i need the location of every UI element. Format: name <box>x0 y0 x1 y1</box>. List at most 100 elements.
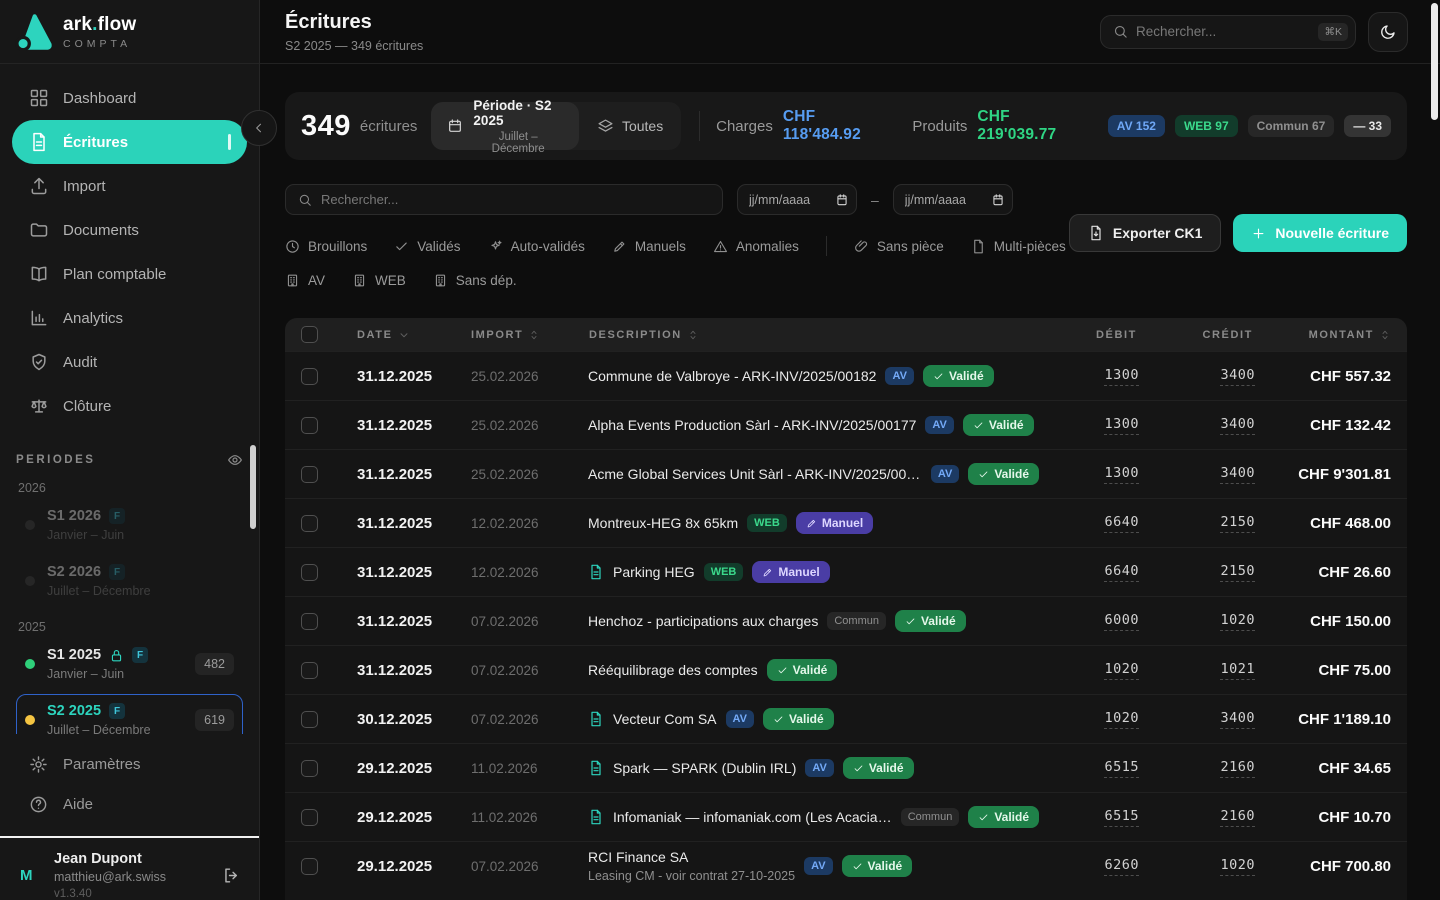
table-row[interactable]: 31.12.202507.02.2026Rééquilibrage des co… <box>285 645 1407 694</box>
select-all-checkbox[interactable] <box>301 326 318 343</box>
row-debit[interactable]: 6515 <box>1104 808 1139 827</box>
chip-label: WEB <box>375 273 406 288</box>
row-description: Parking HEGWEBManuel <box>565 561 1047 583</box>
sidebar-scrollbar[interactable] <box>250 445 256 529</box>
period-item-s2-2026[interactable]: S2 2026FJuillet – Décembre <box>16 555 243 607</box>
column-header-credit[interactable]: CRÉDIT <box>1139 329 1255 341</box>
filter-chip-web[interactable]: WEB <box>352 273 406 288</box>
table-row[interactable]: 31.12.202525.02.2026Acme Global Services… <box>285 449 1407 498</box>
row-credit[interactable]: 1020 <box>1220 612 1255 631</box>
table-row[interactable]: 31.12.202512.02.2026Montreux-HEG 8x 65km… <box>285 498 1407 547</box>
filter-chip-brouillons[interactable]: Brouillons <box>285 239 367 254</box>
table-row[interactable]: 29.12.202507.02.2026RCI Finance SALeasin… <box>285 841 1407 890</box>
date-to-input[interactable] <box>905 193 985 207</box>
row-credit[interactable]: 1021 <box>1220 661 1255 680</box>
logout-icon[interactable] <box>222 866 241 885</box>
calendar-icon[interactable] <box>835 193 849 207</box>
table-row[interactable]: 31.12.202512.02.2026Parking HEGWEBManuel… <box>285 547 1407 596</box>
period-item-s1-2026[interactable]: S1 2026FJanvier – Juin <box>16 499 243 551</box>
scope-button[interactable]: Toutes <box>579 118 681 135</box>
row-credit[interactable]: 3400 <box>1220 416 1255 435</box>
row-credit[interactable]: 2150 <box>1220 563 1255 582</box>
row-checkbox[interactable] <box>301 809 318 826</box>
row-checkbox[interactable] <box>301 613 318 630</box>
period-item-s2-2025[interactable]: S2 2025FJuillet – Décembre619 <box>16 694 243 734</box>
filter-chip-sans-piece[interactable]: Sans pièce <box>854 239 944 254</box>
sidebar-item-audit[interactable]: Audit <box>12 340 247 384</box>
page-scrollbar[interactable] <box>1431 3 1438 120</box>
row-checkbox[interactable] <box>301 368 318 385</box>
row-checkbox[interactable] <box>301 662 318 679</box>
column-header-description[interactable]: DESCRIPTION <box>565 329 1047 341</box>
row-checkbox[interactable] <box>301 515 318 532</box>
sidebar-item-analytics[interactable]: Analytics <box>12 296 247 340</box>
row-debit[interactable]: 6000 <box>1104 612 1139 631</box>
row-checkbox[interactable] <box>301 711 318 728</box>
new-entry-button[interactable]: Nouvelle écriture <box>1233 214 1407 252</box>
global-search-input[interactable] <box>1136 24 1310 39</box>
filter-search[interactable] <box>285 184 723 215</box>
row-checkbox[interactable] <box>301 564 318 581</box>
sidebar-item-parametres[interactable]: Paramètres <box>0 744 259 784</box>
date-from-field[interactable] <box>737 184 857 215</box>
column-header-debit[interactable]: DÉBIT <box>1047 329 1139 341</box>
nav-label: Audit <box>63 354 97 371</box>
global-search[interactable]: ⌘K <box>1100 15 1356 49</box>
calendar-icon[interactable] <box>991 193 1005 207</box>
column-header-import[interactable]: IMPORT <box>447 329 565 341</box>
period-button[interactable]: Période · S2 2025 Juillet – Décembre <box>431 102 579 150</box>
filter-chip-auto-valides[interactable]: Auto-validés <box>488 239 585 254</box>
table-row[interactable]: 31.12.202525.02.2026Alpha Events Product… <box>285 400 1407 449</box>
row-debit[interactable]: 6640 <box>1104 514 1139 533</box>
table-row[interactable]: 30.12.202507.02.2026Vecteur Com SAAVVali… <box>285 694 1407 743</box>
filter-search-input[interactable] <box>321 192 710 207</box>
row-checkbox[interactable] <box>301 466 318 483</box>
date-to-field[interactable] <box>893 184 1013 215</box>
row-credit[interactable]: 3400 <box>1220 465 1255 484</box>
table-row[interactable]: 31.12.202525.02.2026Commune de Valbroye … <box>285 351 1407 400</box>
sidebar-item-cloture[interactable]: Clôture <box>12 384 247 428</box>
table-row[interactable]: 31.12.202507.02.2026Henchoz - participat… <box>285 596 1407 645</box>
row-debit[interactable]: 6260 <box>1104 857 1139 876</box>
filter-chip-manuels[interactable]: Manuels <box>612 239 686 254</box>
filter-chip-multi-pieces[interactable]: Multi-pièces <box>971 239 1066 254</box>
column-header-montant[interactable]: MONTANT <box>1255 329 1407 341</box>
period-item-s1-2025[interactable]: S1 2025FJanvier – Juin482 <box>16 638 243 690</box>
filter-chip-valides[interactable]: Validés <box>394 239 460 254</box>
table-row[interactable]: 29.12.202511.02.2026Infomaniak — infoman… <box>285 792 1407 841</box>
row-credit[interactable]: 3400 <box>1220 367 1255 386</box>
row-credit[interactable]: 2150 <box>1220 514 1255 533</box>
table-row[interactable]: 29.12.202511.02.2026Spark — SPARK (Dubli… <box>285 743 1407 792</box>
sidebar-item-ecritures[interactable]: Écritures <box>12 120 247 164</box>
filter-chip-av[interactable]: AV <box>285 273 325 288</box>
row-debit[interactable]: 6515 <box>1104 759 1139 778</box>
sidebar-item-dashboard[interactable]: Dashboard <box>12 76 247 120</box>
filter-chip-anomalies[interactable]: Anomalies <box>713 239 799 254</box>
row-checkbox[interactable] <box>301 858 318 875</box>
date-from-input[interactable] <box>749 193 829 207</box>
sidebar-item-import[interactable]: Import <box>12 164 247 208</box>
row-debit[interactable]: 1020 <box>1104 710 1139 729</box>
sidebar-item-aide[interactable]: Aide <box>0 784 259 824</box>
sort-icon <box>687 329 699 341</box>
filter-chip-sans-dep[interactable]: Sans dép. <box>433 273 517 288</box>
row-checkbox[interactable] <box>301 417 318 434</box>
row-debit[interactable]: 1020 <box>1104 661 1139 680</box>
eye-icon[interactable] <box>227 452 243 468</box>
sidebar-item-plan-comptable[interactable]: Plan comptable <box>12 252 247 296</box>
column-header-date[interactable]: DATE <box>333 329 447 341</box>
export-button[interactable]: Exporter CK1 <box>1069 214 1221 252</box>
row-credit[interactable]: 2160 <box>1220 759 1255 778</box>
row-debit[interactable]: 1300 <box>1104 465 1139 484</box>
row-debit[interactable]: 1300 <box>1104 416 1139 435</box>
sidebar-item-documents[interactable]: Documents <box>12 208 247 252</box>
theme-toggle-button[interactable] <box>1368 12 1408 52</box>
row-credit[interactable]: 1020 <box>1220 857 1255 876</box>
row-credit[interactable]: 2160 <box>1220 808 1255 827</box>
row-debit[interactable]: 6640 <box>1104 563 1139 582</box>
row-checkbox[interactable] <box>301 760 318 777</box>
row-credit[interactable]: 3400 <box>1220 710 1255 729</box>
row-debit[interactable]: 1300 <box>1104 367 1139 386</box>
book-icon <box>29 264 49 284</box>
sidebar-collapse-button[interactable] <box>241 110 277 146</box>
